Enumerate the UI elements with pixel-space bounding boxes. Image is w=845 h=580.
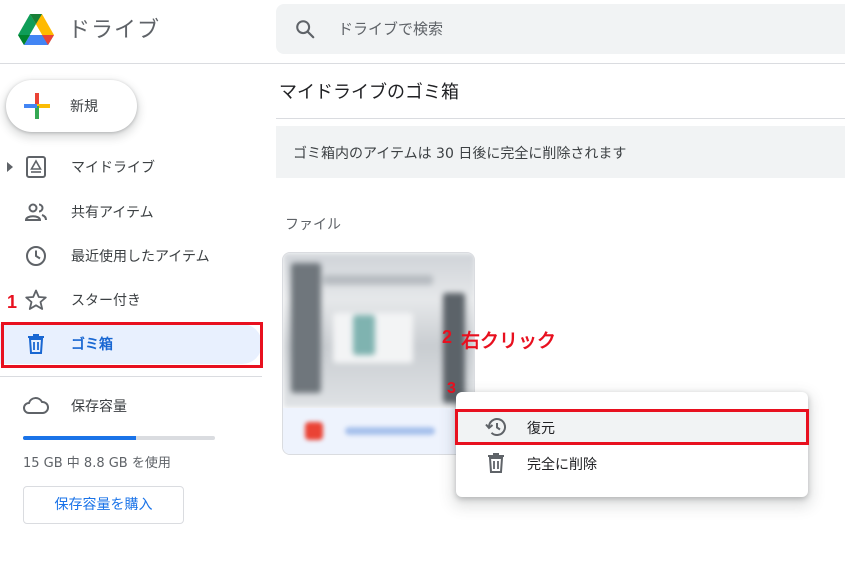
plus-icon xyxy=(24,93,50,119)
menu-item-delete-forever[interactable]: 完全に削除 xyxy=(456,445,808,481)
file-card[interactable] xyxy=(282,252,475,455)
sidebar-item-label: 最近使用したアイテム xyxy=(71,249,210,265)
sidebar-divider xyxy=(0,376,262,377)
storage-label: 保存容量 xyxy=(71,399,127,415)
search-input[interactable] xyxy=(338,4,818,54)
new-button[interactable]: 新規 xyxy=(6,80,137,132)
buy-storage-button[interactable]: 保存容量を購入 xyxy=(23,486,184,524)
annotation-highlight-trash xyxy=(1,322,263,368)
trash-notice-banner: ゴミ箱内のアイテムは 30 日後に完全に削除されます xyxy=(276,126,845,178)
sidebar-item-label: マイドライブ xyxy=(71,160,155,176)
annotation-step-2: 2 xyxy=(442,327,453,347)
storage-usage-bar xyxy=(23,436,215,440)
files-section-label: ファイル xyxy=(285,217,341,233)
app-title: ドライブ xyxy=(68,18,161,43)
storage-usage-fill xyxy=(23,436,137,440)
search-box[interactable] xyxy=(276,4,845,54)
new-button-label: 新規 xyxy=(70,99,98,115)
clock-icon xyxy=(26,246,46,266)
trash-icon xyxy=(488,453,504,473)
annotation-step-3: 3 xyxy=(447,380,456,397)
page-title: マイドライブのゴミ箱 xyxy=(279,82,459,103)
shared-people-icon xyxy=(24,203,47,221)
sidebar-item-my-drive[interactable]: マイドライブ xyxy=(0,147,262,187)
cloud-icon xyxy=(23,397,49,414)
sidebar-item-label: 共有アイテム xyxy=(71,205,154,221)
file-name-blurred xyxy=(345,427,435,435)
app-header: ドライブ xyxy=(0,0,845,64)
expand-caret-icon[interactable] xyxy=(7,162,13,172)
sidebar-item-storage[interactable]: 保存容量 xyxy=(0,386,262,426)
annotation-right-click-text: 右クリック xyxy=(461,331,557,352)
annotation-step-1: 1 xyxy=(7,292,18,312)
sidebar-item-label: スター付き xyxy=(71,293,141,309)
file-type-icon xyxy=(305,422,323,440)
star-icon xyxy=(25,289,47,310)
google-drive-logo[interactable] xyxy=(16,10,56,50)
sidebar-item-recent[interactable]: 最近使用したアイテム xyxy=(0,236,262,276)
annotation-highlight-restore xyxy=(455,409,809,445)
storage-usage-text: 15 GB 中 8.8 GB を使用 xyxy=(23,456,171,471)
file-card-footer xyxy=(283,408,474,454)
my-drive-icon xyxy=(26,156,46,178)
sidebar-item-shared[interactable]: 共有アイテム xyxy=(0,192,262,232)
trash-notice-text: ゴミ箱内のアイテムは 30 日後に完全に削除されます xyxy=(293,146,627,162)
title-divider xyxy=(276,118,845,119)
menu-item-label: 完全に削除 xyxy=(527,457,597,473)
sidebar-item-starred[interactable]: スター付き xyxy=(0,280,262,320)
search-icon[interactable] xyxy=(294,18,316,40)
